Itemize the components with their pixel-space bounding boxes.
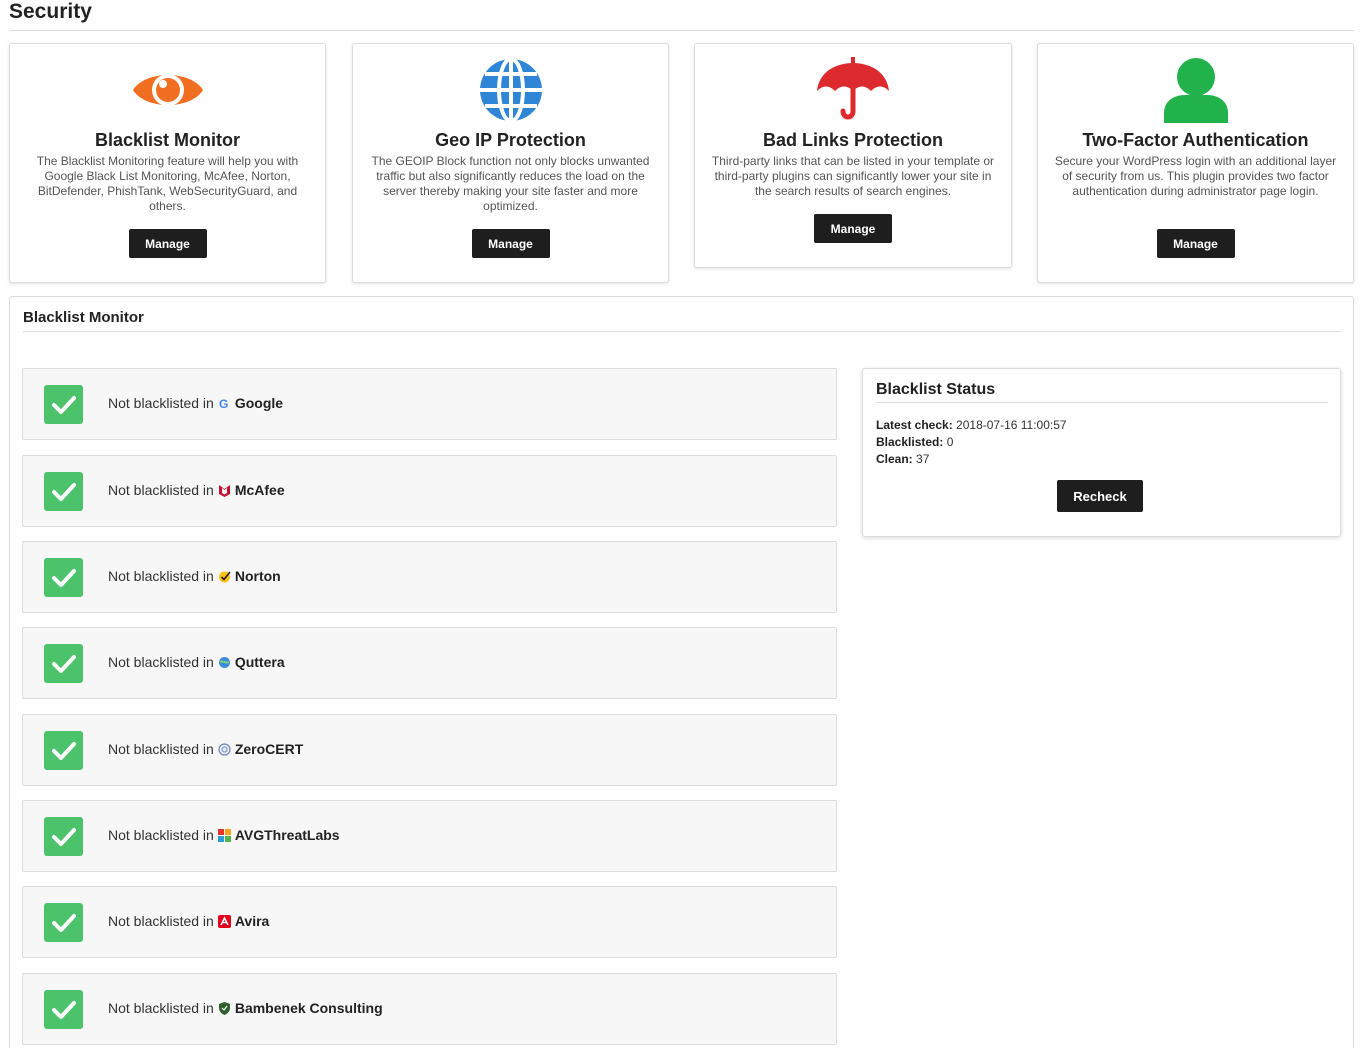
row-prefix: Not blacklisted in bbox=[108, 654, 214, 670]
check-icon bbox=[44, 817, 83, 856]
page-title: Security bbox=[9, 0, 92, 23]
quttera-icon bbox=[218, 656, 231, 669]
bambenek-icon bbox=[218, 1001, 231, 1015]
card-two-factor-authentication: Two-Factor Authentication Secure your Wo… bbox=[1037, 43, 1354, 283]
card-description: The GEOIP Block function not only blocks… bbox=[371, 154, 650, 213]
vendor-name: AVGThreatLabs bbox=[234, 827, 340, 843]
latest-check-label: Latest check: bbox=[876, 418, 953, 432]
clean-label: Clean: bbox=[876, 452, 913, 466]
google-icon: G bbox=[218, 397, 231, 411]
row-prefix: Not blacklisted in bbox=[108, 827, 214, 843]
avg-icon bbox=[217, 828, 231, 842]
manage-two-factor-button[interactable]: Manage bbox=[1156, 229, 1235, 258]
card-description: Secure your WordPress login with an addi… bbox=[1054, 154, 1337, 198]
manage-geo-ip-button[interactable]: Manage bbox=[471, 229, 550, 258]
manage-blacklist-button[interactable]: Manage bbox=[128, 229, 207, 258]
recheck-button[interactable]: Recheck bbox=[1057, 480, 1143, 512]
vendor-name: Google bbox=[234, 395, 284, 411]
list-item: Not blacklisted in Quttera bbox=[22, 627, 837, 699]
latest-check-line: Latest check: 2018-07-16 11:00:57 bbox=[876, 417, 1067, 434]
svg-text:G: G bbox=[219, 397, 228, 410]
vendor-name: Avira bbox=[234, 913, 270, 929]
card-blacklist-monitor: Blacklist Monitor The Blacklist Monitori… bbox=[9, 43, 326, 283]
check-icon bbox=[44, 990, 83, 1029]
card-title: Bad Links Protection bbox=[762, 130, 944, 150]
avira-icon bbox=[217, 914, 231, 928]
card-description: Third-party links that can be listed in … bbox=[711, 154, 995, 198]
blacklist-status-box: Blacklist Status Latest check: 2018-07-1… bbox=[862, 368, 1341, 537]
vendor-name: Bambenek Consulting bbox=[234, 1000, 383, 1016]
status-title: Blacklist Status bbox=[876, 381, 996, 398]
vendor-name: McAfee bbox=[234, 482, 285, 498]
vendor-name: Quttera bbox=[234, 654, 285, 670]
row-prefix: Not blacklisted in bbox=[108, 395, 214, 411]
card-description: The Blacklist Monitoring feature will he… bbox=[36, 154, 299, 213]
row-prefix: Not blacklisted in bbox=[108, 741, 214, 757]
list-item: Not blacklisted in Bambenek Consulting bbox=[22, 973, 837, 1045]
mcafee-icon bbox=[218, 484, 231, 497]
manage-bad-links-button[interactable]: Manage bbox=[814, 214, 892, 243]
panel-divider bbox=[23, 331, 1341, 332]
panel-title: Blacklist Monitor bbox=[23, 309, 144, 326]
status-details: Latest check: 2018-07-16 11:00:57 Blackl… bbox=[876, 417, 1067, 468]
list-item: Not blacklisted in McAfee bbox=[22, 455, 837, 527]
row-prefix: Not blacklisted in bbox=[108, 482, 214, 498]
eye-icon bbox=[10, 56, 325, 124]
status-divider bbox=[876, 402, 1328, 403]
card-geo-ip-protection: Geo IP Protection The GEOIP Block functi… bbox=[352, 43, 669, 283]
check-icon bbox=[44, 472, 83, 511]
user-icon bbox=[1038, 56, 1353, 124]
card-title: Geo IP Protection bbox=[435, 130, 586, 150]
row-prefix: Not blacklisted in bbox=[108, 1000, 214, 1016]
list-item: Not blacklisted in G Google bbox=[22, 368, 837, 440]
row-prefix: Not blacklisted in bbox=[108, 568, 214, 584]
check-icon bbox=[44, 385, 83, 424]
umbrella-icon bbox=[695, 56, 1011, 124]
blacklisted-value: 0 bbox=[946, 435, 954, 449]
list-item: Not blacklisted in Avira bbox=[22, 886, 837, 958]
list-item: Not blacklisted in ZeroCERT bbox=[22, 714, 837, 786]
vendor-name: ZeroCERT bbox=[234, 741, 304, 757]
check-icon bbox=[44, 558, 83, 597]
check-icon bbox=[44, 903, 83, 942]
norton-icon bbox=[218, 570, 231, 583]
row-prefix: Not blacklisted in bbox=[108, 913, 214, 929]
card-bad-links-protection: Bad Links Protection Third-party links t… bbox=[694, 43, 1012, 268]
vendor-name: Norton bbox=[234, 568, 281, 584]
latest-check-value: 2018-07-16 11:00:57 bbox=[956, 418, 1067, 432]
card-title: Blacklist Monitor bbox=[94, 130, 241, 150]
title-divider bbox=[9, 30, 1354, 31]
check-icon bbox=[44, 644, 83, 683]
blacklisted-line: Blacklisted: 0 bbox=[876, 434, 1067, 451]
zerocert-icon bbox=[218, 742, 231, 756]
clean-value: 37 bbox=[916, 452, 930, 466]
card-title: Two-Factor Authentication bbox=[1082, 130, 1309, 150]
list-item: Not blacklisted in AVGThreatLabs bbox=[22, 800, 837, 872]
list-item: Not blacklisted in Norton bbox=[22, 541, 837, 613]
check-icon bbox=[44, 731, 83, 770]
blacklisted-label: Blacklisted: bbox=[876, 435, 944, 449]
globe-icon bbox=[353, 56, 668, 124]
clean-line: Clean: 37 bbox=[876, 451, 1067, 468]
